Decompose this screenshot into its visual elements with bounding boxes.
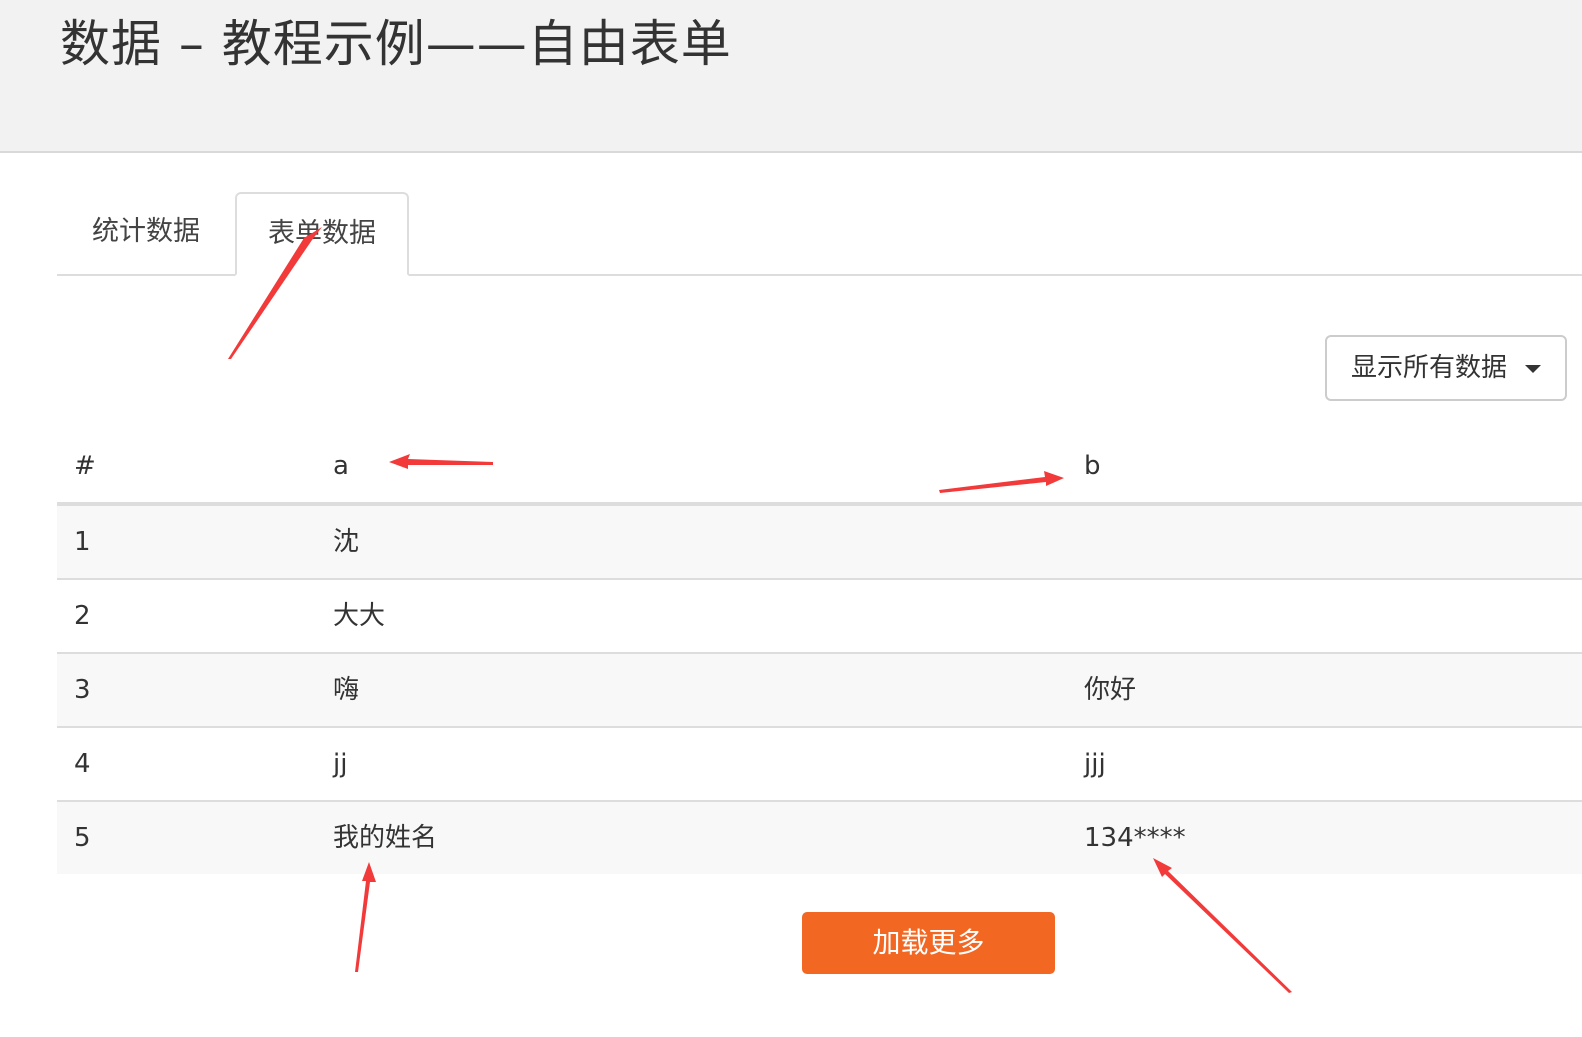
data-filter-dropdown[interactable]: 显示所有数据 xyxy=(1325,335,1567,401)
page-header: 数据 – 教程示例——自由表单 xyxy=(0,0,1582,153)
table-row: 2 大大 xyxy=(57,580,1582,654)
table-cell-a: 沈 xyxy=(333,527,360,557)
table-cell-index: 2 xyxy=(74,601,91,631)
column-header-a: a xyxy=(333,451,349,481)
tab-bar: 统计数据 表单数据 xyxy=(57,192,1582,276)
table-row: 1 沈 xyxy=(57,506,1582,580)
table-row: 5 我的姓名 134**** xyxy=(57,802,1582,874)
caret-down-icon xyxy=(1525,365,1541,373)
table-row: 3 嗨 你好 xyxy=(57,654,1582,728)
column-header-index: # xyxy=(74,451,96,481)
load-more-button[interactable]: 加载更多 xyxy=(802,912,1055,974)
table-cell-b: jjj xyxy=(1084,749,1106,779)
table-cell-a: 嗨 xyxy=(333,675,360,705)
table-cell-index: 5 xyxy=(74,823,91,853)
table-cell-a: jj xyxy=(333,749,348,779)
data-filter-label: 显示所有数据 xyxy=(1351,353,1508,383)
tab-form-data[interactable]: 表单数据 xyxy=(235,192,409,276)
table-body: 1 沈 2 大大 3 嗨 你好 4 jj jjj 5 我的姓名 134**** xyxy=(57,506,1582,874)
table-header-row: # a b xyxy=(57,430,1582,506)
page-title: 数据 – 教程示例——自由表单 xyxy=(60,15,732,73)
annotation-arrow-icon xyxy=(355,862,376,972)
annotation-arrow-icon xyxy=(1153,858,1292,993)
column-header-b: b xyxy=(1084,451,1101,481)
table-cell-b: 134**** xyxy=(1084,823,1186,853)
table-cell-b: 你好 xyxy=(1084,675,1137,705)
table-cell-index: 4 xyxy=(74,749,91,779)
table-cell-index: 1 xyxy=(74,527,91,557)
table-cell-a: 大大 xyxy=(333,601,386,631)
form-data-table: # a b 1 沈 2 大大 3 嗨 你好 4 jj jjj 5 我的姓名 13… xyxy=(57,430,1582,874)
table-cell-a: 我的姓名 xyxy=(333,823,438,853)
tab-statistics[interactable]: 统计数据 xyxy=(57,192,235,274)
table-row: 4 jj jjj xyxy=(57,728,1582,802)
table-cell-index: 3 xyxy=(74,675,91,705)
